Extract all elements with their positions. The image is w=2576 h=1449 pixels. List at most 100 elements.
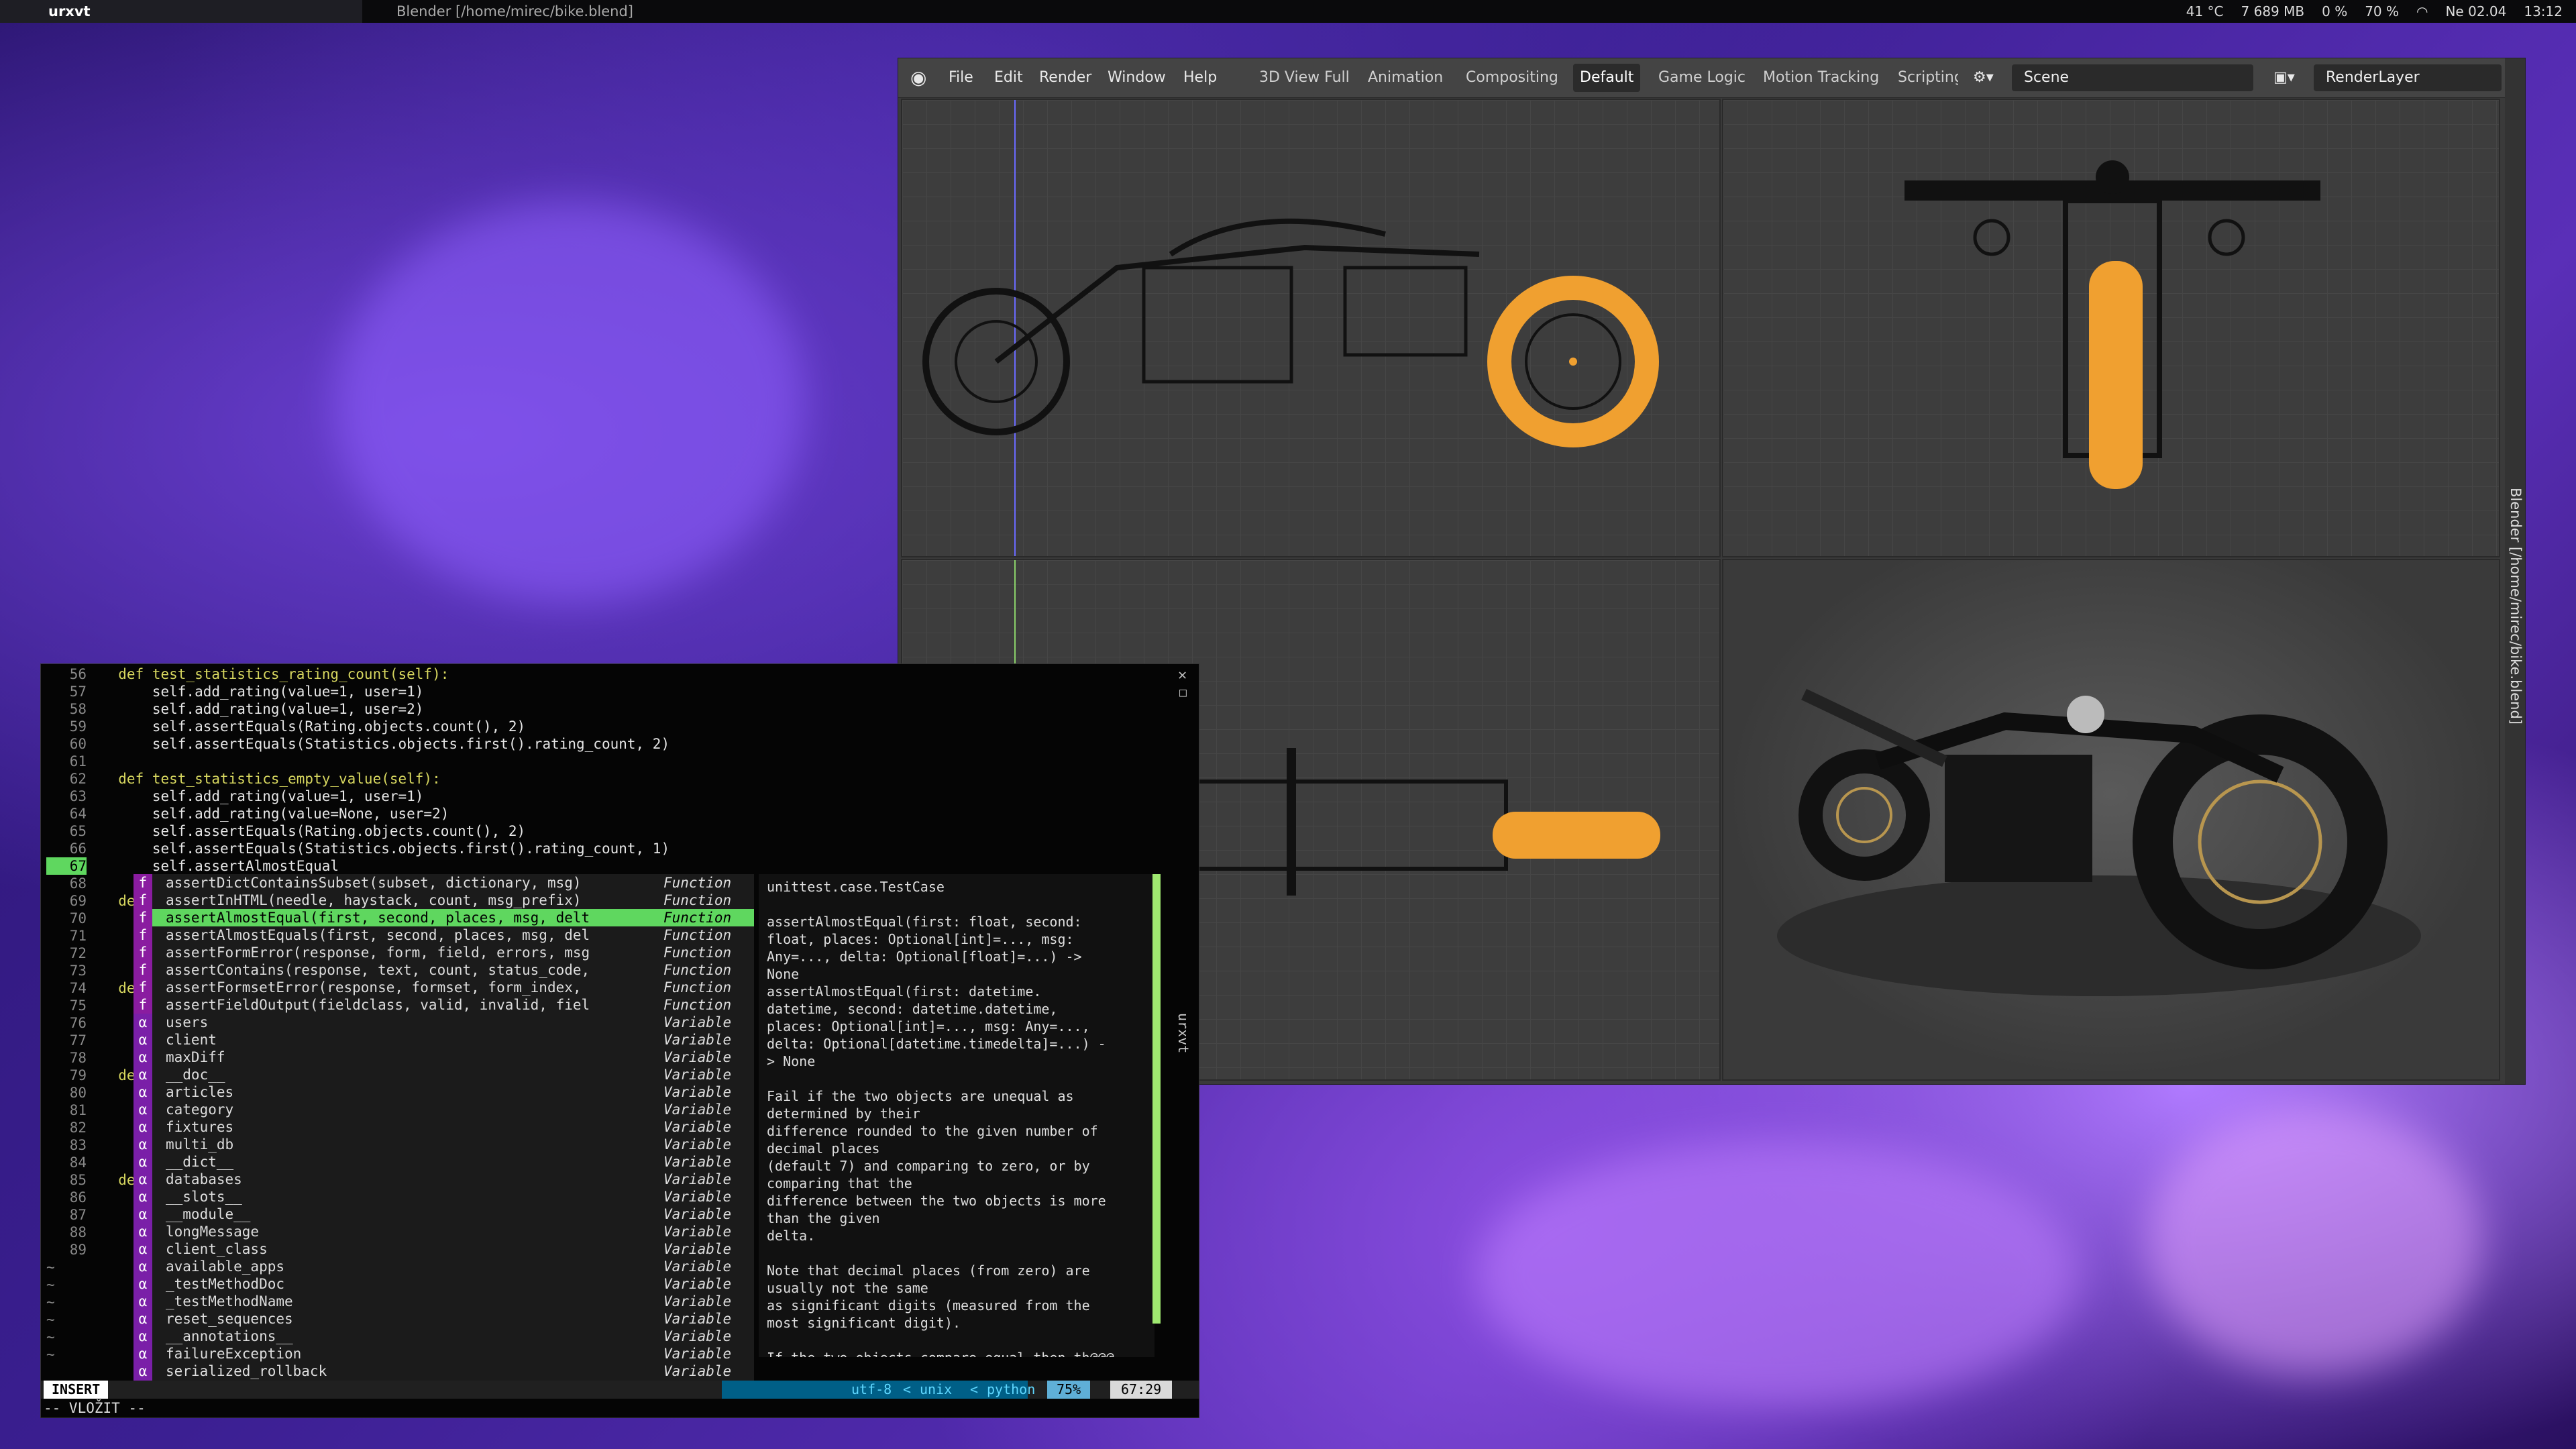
completion-item[interactable]: f assertInHTML(needle, haystack, count, m… (133, 892, 754, 909)
completion-item[interactable]: α category Variable (133, 1101, 754, 1118)
renderlayer-selector[interactable]: RenderLayer (2314, 64, 2502, 91)
viewport-side[interactable] (901, 99, 1721, 557)
system-status: 41 °C 7 689 MB 0 % 70 % ◠ Ne 02.04 13:12 (2186, 0, 2563, 23)
empty-line-marker: ~ (46, 1259, 55, 1275)
viewport-front[interactable] (1722, 99, 2500, 557)
menu-help[interactable]: Help (1183, 58, 1217, 97)
taskbar-window-blender[interactable]: Blender [/home/mirec/bike.blend] (372, 0, 633, 23)
wifi-icon[interactable]: ◠ (2416, 0, 2428, 23)
doc-scrollbar[interactable] (1152, 874, 1161, 1324)
completion-item[interactable]: α client Variable (133, 1031, 754, 1049)
completion-name: databases (166, 1171, 242, 1187)
tab-game-logic[interactable]: Game Logic (1652, 64, 1752, 92)
line-number: 60 (69, 736, 87, 752)
completion-item[interactable]: f assertAlmostEqual(first, second, places… (133, 909, 754, 926)
completion-item[interactable]: α _testMethodDoc Variable (133, 1275, 754, 1293)
renderlayer-icon[interactable]: ▣▾ (2273, 58, 2295, 97)
menu-file[interactable]: File (949, 58, 973, 97)
variable-icon: α (133, 1101, 152, 1118)
line-number: 64 (69, 806, 87, 822)
completion-item[interactable]: α __annotations__ Variable (133, 1328, 754, 1345)
blender-vertical-title: Blender [/home/mirec/bike.blend] (2508, 488, 2524, 725)
completion-type: Variable (663, 1119, 732, 1135)
completion-name: users (166, 1014, 209, 1030)
cpu: 0 % (2322, 3, 2348, 19)
line-number: 75 (69, 998, 87, 1014)
completion-item[interactable]: α fixtures Variable (133, 1118, 754, 1136)
completion-name: assertAlmostEqual(first, second, places,… (166, 910, 590, 926)
maximize-icon[interactable]: □ (1179, 684, 1187, 702)
taskbar-window-urxvt[interactable]: urxvt (0, 0, 362, 23)
line-number: 73 (69, 963, 87, 979)
tab-compositing[interactable]: Compositing (1459, 64, 1565, 92)
tab-animation[interactable]: Animation (1361, 64, 1450, 92)
completion-item[interactable]: f assertFormError(response, form, field, … (133, 944, 754, 961)
function-icon: f (133, 996, 152, 1014)
completion-item[interactable]: f assertFieldOutput(fieldclass, valid, in… (133, 996, 754, 1014)
completion-popup[interactable]: f assertDictContainsSubset(subset, dictio… (133, 874, 754, 1397)
completion-type: Variable (663, 1171, 732, 1187)
menu-render[interactable]: Render (1039, 58, 1091, 97)
scene-selector[interactable]: Scene (2012, 64, 2253, 91)
line-number: 69 (69, 893, 87, 909)
empty-line-marker: ~ (46, 1346, 55, 1362)
completion-item[interactable]: α serialized_rollback Variable (133, 1362, 754, 1380)
fileformat: unix (920, 1381, 953, 1397)
completion-item[interactable]: α __doc__ Variable (133, 1066, 754, 1083)
line-number: 81 (69, 1102, 87, 1118)
completion-item[interactable]: α users Variable (133, 1014, 754, 1031)
completion-item[interactable]: f assertContains(response, text, count, s… (133, 961, 754, 979)
completion-item[interactable]: α __dict__ Variable (133, 1153, 754, 1171)
terminal-window[interactable]: 56 def test_statistics_rating_count(self… (40, 663, 1199, 1418)
blender-side-strip: Blender [/home/mirec/bike.blend] (2505, 58, 2525, 1084)
date: Ne 02.04 (2445, 3, 2507, 19)
variable-icon: α (133, 1240, 152, 1258)
function-icon: f (133, 909, 152, 926)
variable-icon: α (133, 1362, 152, 1380)
completion-item[interactable]: α client_class Variable (133, 1240, 754, 1258)
completion-item[interactable]: f assertFormsetError(response, formset, f… (133, 979, 754, 996)
completion-type: Function (663, 997, 732, 1013)
completion-item[interactable]: α _testMethodName Variable (133, 1293, 754, 1310)
scene-type-icon[interactable]: ⚙▾ (1973, 58, 1994, 97)
variable-icon: α (133, 1031, 152, 1049)
function-icon: f (133, 961, 152, 979)
line-number: 79 (69, 1067, 87, 1083)
function-icon: f (133, 979, 152, 996)
menu-edit[interactable]: Edit (994, 58, 1023, 97)
completion-item[interactable]: α longMessage Variable (133, 1223, 754, 1240)
viewport-render[interactable] (1722, 559, 2500, 1081)
completion-item[interactable]: α reset_sequences Variable (133, 1310, 754, 1328)
completion-type: Variable (663, 1311, 732, 1327)
tab-3d-view-full[interactable]: 3D View Full (1252, 64, 1356, 92)
renderlayer-name: RenderLayer (2326, 69, 2420, 86)
completion-item[interactable]: α databases Variable (133, 1171, 754, 1188)
bike-side-wireframe (922, 100, 1659, 556)
completion-name: assertDictContainsSubset(subset, diction… (166, 875, 582, 891)
variable-icon: α (133, 1118, 152, 1136)
filetype: python (987, 1381, 1036, 1397)
tab-default[interactable]: Default (1573, 64, 1641, 92)
bike-rendered (1777, 688, 2421, 996)
completion-name: reset_sequences (166, 1311, 293, 1327)
tab-scripting[interactable]: Scripting (1891, 64, 1958, 92)
completion-item[interactable]: α maxDiff Variable (133, 1049, 754, 1066)
cursor-position: 67:29 (1110, 1381, 1173, 1399)
completion-item[interactable]: α failureException Variable (133, 1345, 754, 1362)
blender-logo-icon[interactable]: ◉ (910, 58, 926, 97)
completion-item[interactable]: α __module__ Variable (133, 1205, 754, 1223)
command-line: -- VLOŽIT -- (44, 1400, 146, 1416)
completion-item[interactable]: f assertDictContainsSubset(subset, dictio… (133, 874, 754, 892)
completion-item[interactable]: α articles Variable (133, 1083, 754, 1101)
completion-name: fixtures (166, 1119, 234, 1135)
menu-window[interactable]: Window (1108, 58, 1166, 97)
tab-motion-tracking[interactable]: Motion Tracking (1756, 64, 1886, 92)
line-number: 76 (69, 1015, 87, 1031)
completion-item[interactable]: α multi_db Variable (133, 1136, 754, 1153)
completion-item[interactable]: α available_apps Variable (133, 1258, 754, 1275)
completion-item[interactable]: f assertAlmostEquals(first, second, place… (133, 926, 754, 944)
completion-item[interactable]: α __slots__ Variable (133, 1188, 754, 1205)
code-line: self.assertEquals(Statistics.objects.fir… (101, 736, 670, 752)
close-icon[interactable]: ✕ (1178, 667, 1187, 684)
wallpaper-glow (1476, 1140, 2080, 1409)
